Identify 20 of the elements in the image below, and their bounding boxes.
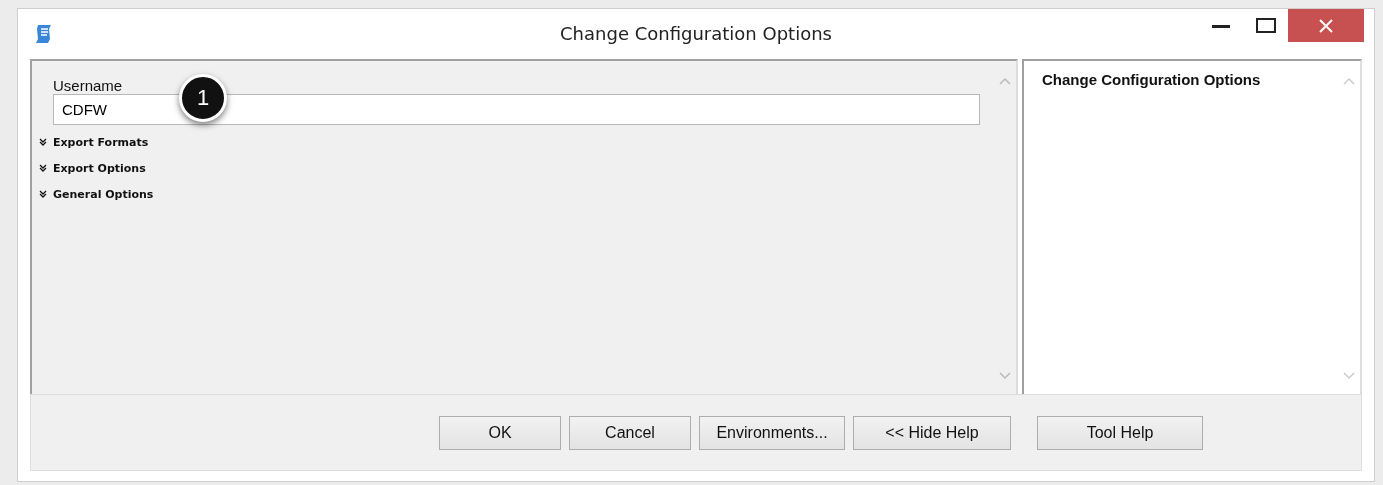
callout-badge: 1 (179, 74, 227, 122)
scroll-down-icon (999, 372, 1011, 380)
scroll-up-icon (1343, 77, 1355, 85)
scroll-up-icon (999, 77, 1011, 85)
dialog-button[interactable]: Tool Help (1037, 415, 1203, 450)
dialog-button[interactable]: Cancel (569, 415, 691, 450)
window-title: Change Configuration Options (560, 23, 832, 44)
help-title: Change Configuration Options (1041, 70, 1262, 90)
maximize-icon (1255, 18, 1276, 33)
dialog-button[interactable]: OK (439, 415, 561, 450)
dialog-button[interactable]: << Hide Help (853, 415, 1011, 450)
section-toggle[interactable]: Export Formats (39, 129, 980, 155)
field-label: Username (53, 77, 124, 94)
close-button[interactable] (1288, 9, 1364, 42)
minimize-icon (1211, 23, 1230, 28)
dialog-button[interactable]: Environments... (699, 415, 845, 450)
section-toggle[interactable]: Export Options (39, 155, 980, 181)
scroll-down-icon (1343, 372, 1355, 380)
close-icon (1319, 18, 1333, 33)
section-toggle[interactable]: General Options (39, 181, 980, 207)
